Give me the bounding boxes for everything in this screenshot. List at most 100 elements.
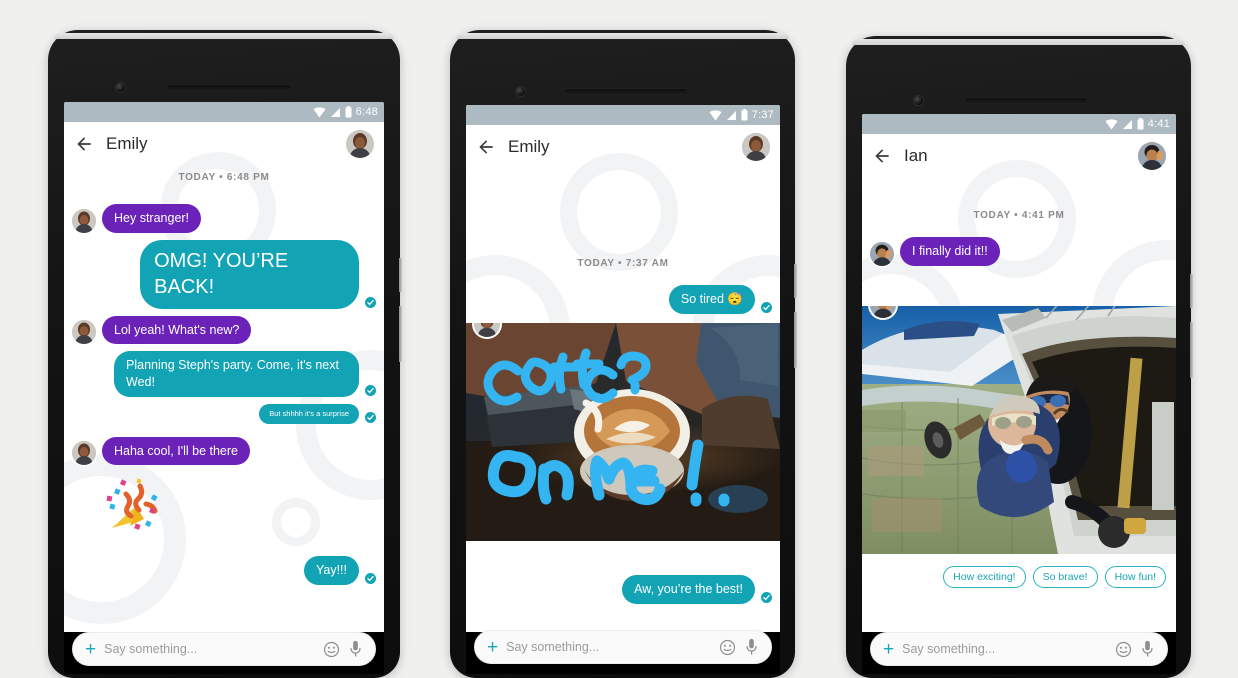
coffee-photo[interactable] xyxy=(466,323,780,541)
add-attachment-icon[interactable]: + xyxy=(487,638,498,657)
message-input[interactable]: Say something... xyxy=(104,642,315,656)
contact-avatar[interactable] xyxy=(346,130,374,158)
delivered-check-icon xyxy=(761,591,772,603)
add-attachment-icon[interactable]: + xyxy=(85,640,96,659)
suggestion-chip[interactable]: How exciting! xyxy=(943,566,1026,588)
smart-reply-suggestions: How exciting! So brave! How fun! xyxy=(862,566,1176,588)
microphone-icon[interactable] xyxy=(348,640,363,658)
volume-button[interactable] xyxy=(399,306,402,362)
message-row: Lol yeah! What's new? xyxy=(64,315,384,345)
message-row: Planning Steph's party. Come, it's next … xyxy=(64,351,384,397)
phone-3: 4:41 Ian TODAY • 4:41 PM I finally did i… xyxy=(846,36,1193,678)
app-bar: Ian xyxy=(862,134,1176,178)
suggestion-chip[interactable]: So brave! xyxy=(1032,566,1098,588)
phone-1-top-bezel xyxy=(54,33,394,39)
microphone-icon[interactable] xyxy=(1140,640,1155,658)
wifi-icon xyxy=(1105,118,1118,129)
earpiece-speaker xyxy=(564,88,688,95)
phone-2-top-bezel xyxy=(456,33,789,39)
message-row: Yay!!! xyxy=(64,556,384,585)
back-arrow-icon[interactable] xyxy=(872,146,892,166)
power-button[interactable] xyxy=(794,264,797,298)
message-bubble[interactable]: Lol yeah! What's new? xyxy=(102,315,252,345)
message-bubble[interactable]: Planning Steph's party. Come, it's next … xyxy=(114,351,359,397)
emoji-icon[interactable] xyxy=(323,641,340,658)
signal-icon xyxy=(726,110,736,120)
phone-1-screen: 6:48 Emily TODAY • 6:48 PM Hey stranger!… xyxy=(64,102,384,674)
add-attachment-icon[interactable]: + xyxy=(883,640,894,659)
screenshot-stage: 6:48 Emily TODAY • 6:48 PM Hey stranger!… xyxy=(0,0,1238,678)
message-bubble[interactable]: Yay!!! xyxy=(303,556,359,585)
battery-icon xyxy=(345,106,352,118)
page-title: Emily xyxy=(106,134,148,153)
phone-1: 6:48 Emily TODAY • 6:48 PM Hey stranger!… xyxy=(48,30,402,678)
status-bar: 6:48 xyxy=(64,102,384,122)
message-list: TODAY • 6:48 PM Hey stranger! OMG! YOU’R… xyxy=(64,172,384,585)
message-bubble[interactable]: Aw, you’re the best! xyxy=(622,575,755,604)
delivered-check-icon xyxy=(365,411,376,423)
power-button[interactable] xyxy=(399,258,402,292)
status-time: 7:37 xyxy=(751,109,774,121)
front-camera-icon xyxy=(116,83,125,92)
phone-2: 7:37 Emily TODAY • 7:37 AM So tired 😴 Aw… xyxy=(450,30,797,678)
microphone-icon[interactable] xyxy=(744,638,759,656)
suggestion-chip[interactable]: How fun! xyxy=(1104,566,1166,588)
app-bar: Emily xyxy=(466,125,780,169)
contact-avatar[interactable] xyxy=(1138,142,1166,170)
message-row: Hey stranger! xyxy=(64,204,384,233)
skydiving-photo[interactable] xyxy=(862,306,1176,554)
signal-icon xyxy=(1122,119,1132,129)
status-time: 4:41 xyxy=(1147,118,1170,130)
message-bubble[interactable]: But shhhh it's a surprise xyxy=(259,403,359,424)
message-row: So tired 😴 xyxy=(466,285,780,314)
message-row: Aw, you’re the best! xyxy=(466,575,780,604)
battery-icon xyxy=(1137,118,1144,130)
status-bar: 4:41 xyxy=(862,114,1176,134)
power-button[interactable] xyxy=(1190,274,1193,308)
message-list: TODAY • 4:41 PM I finally did it!! xyxy=(862,182,1176,266)
message-bubble[interactable]: OMG! YOU’RE BACK! xyxy=(140,239,359,309)
message-composer[interactable]: + Say something... xyxy=(474,630,772,664)
message-bubble[interactable]: I finally did it!! xyxy=(900,237,1000,266)
front-camera-icon xyxy=(914,96,923,105)
message-bubble[interactable]: Haha cool, I'll be there xyxy=(102,436,250,466)
message-bubble[interactable]: So tired 😴 xyxy=(668,285,755,314)
day-stamp: TODAY • 6:48 PM xyxy=(178,172,270,183)
sender-avatar xyxy=(72,208,96,233)
phone-3-top-bezel xyxy=(852,39,1185,45)
page-title: Emily xyxy=(508,137,550,156)
message-input[interactable]: Say something... xyxy=(902,642,1107,656)
earpiece-speaker xyxy=(166,84,292,91)
front-camera-icon xyxy=(516,87,525,96)
sender-avatar xyxy=(72,441,96,466)
volume-button[interactable] xyxy=(794,312,797,368)
message-bubble[interactable]: Hey stranger! xyxy=(102,204,202,233)
message-row: But shhhh it's a surprise xyxy=(64,403,384,424)
delivered-check-icon xyxy=(761,301,772,313)
party-popper-sticker[interactable] xyxy=(64,476,384,539)
sender-avatar xyxy=(72,320,96,345)
status-time: 6:48 xyxy=(355,106,378,118)
message-composer[interactable]: + Say something... xyxy=(72,632,376,666)
status-bar: 7:37 xyxy=(466,105,780,125)
phone-3-screen: 4:41 Ian TODAY • 4:41 PM I finally did i… xyxy=(862,114,1176,674)
phone-2-screen: 7:37 Emily TODAY • 7:37 AM So tired 😴 Aw… xyxy=(466,105,780,672)
delivered-check-icon xyxy=(365,572,376,584)
handwriting-annotation xyxy=(483,348,730,507)
contact-avatar[interactable] xyxy=(742,133,770,161)
back-arrow-icon[interactable] xyxy=(476,137,496,157)
volume-button[interactable] xyxy=(1190,322,1193,378)
emoji-icon[interactable] xyxy=(1115,641,1132,658)
app-bar: Emily xyxy=(64,122,384,166)
message-composer[interactable]: + Say something... xyxy=(870,632,1168,666)
back-arrow-icon[interactable] xyxy=(74,134,94,154)
day-stamp: TODAY • 7:37 AM xyxy=(577,258,669,269)
message-input[interactable]: Say something... xyxy=(506,640,711,654)
message-row: I finally did it!! xyxy=(862,237,1176,266)
delivered-check-icon xyxy=(365,296,376,308)
message-row: Haha cool, I'll be there xyxy=(64,436,384,466)
page-title: Ian xyxy=(904,146,928,165)
emoji-icon[interactable] xyxy=(719,639,736,656)
signal-icon xyxy=(330,107,340,117)
delivered-check-icon xyxy=(365,384,376,396)
